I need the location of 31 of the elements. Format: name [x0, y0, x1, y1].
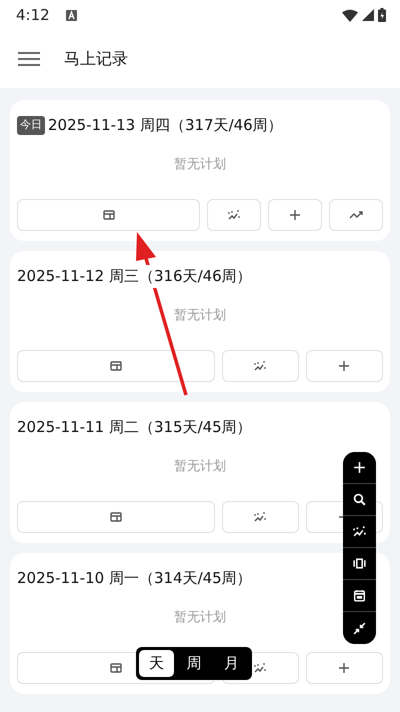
scatter-line-icon [227, 208, 241, 222]
empty-text: 暂无计划 [174, 608, 226, 626]
empty-text: 暂无计划 [174, 458, 226, 476]
signal-icon [362, 9, 374, 21]
wifi-icon [342, 8, 358, 22]
plus-icon [337, 359, 352, 373]
card-icon [108, 359, 123, 373]
status-time: 4:12 [16, 4, 50, 26]
card-icon [102, 208, 116, 222]
card-icon [108, 510, 123, 524]
today-badge: 今日 [17, 116, 45, 134]
plus-icon [288, 208, 302, 222]
card-icon [108, 661, 123, 675]
calendar-icon [352, 588, 367, 603]
scatter-line-icon [253, 661, 268, 675]
plus-icon [352, 460, 367, 475]
empty-text: 暂无计划 [174, 306, 226, 324]
scatter-line-icon [253, 359, 268, 373]
app-title: 马上记录 [64, 48, 128, 70]
search-icon [352, 492, 367, 507]
view-tab[interactable]: 天 [139, 650, 174, 677]
plus-icon [337, 661, 352, 675]
collapse-icon [352, 620, 367, 636]
menu-icon[interactable] [18, 51, 40, 67]
add-button[interactable] [343, 452, 376, 484]
battery-icon [378, 8, 386, 22]
carousel-icon [352, 556, 367, 571]
scatter-line-icon [253, 510, 268, 524]
notification-icon [66, 10, 77, 22]
scatter-line-icon [352, 524, 367, 539]
empty-text: 暂无计划 [174, 156, 226, 174]
